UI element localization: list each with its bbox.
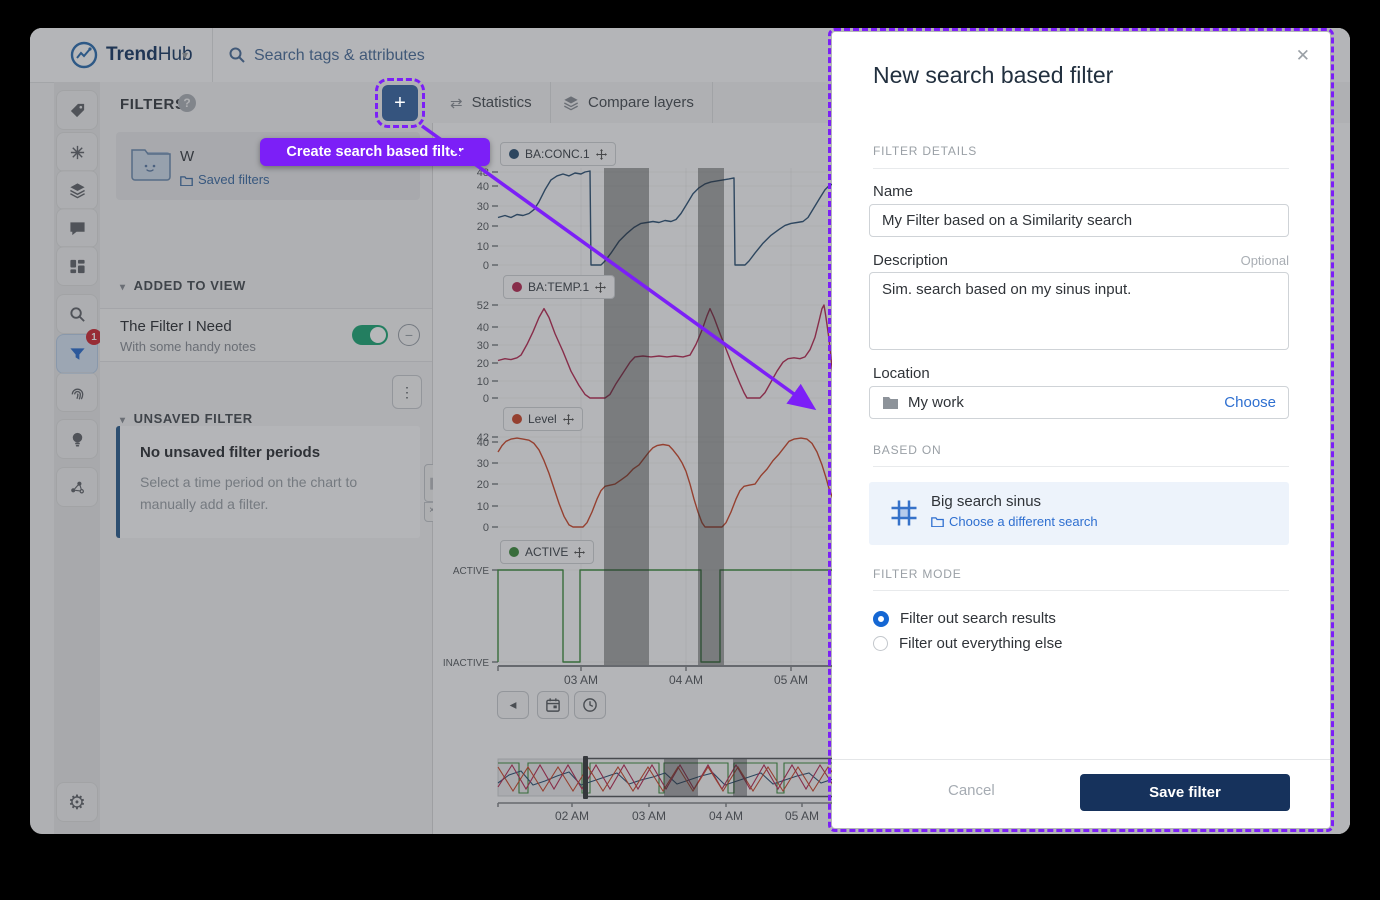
add-filter-button[interactable]: + xyxy=(375,78,425,128)
screenshot-root: { "icons": {"help":"?","plus":"+","close… xyxy=(0,0,1380,900)
divider xyxy=(873,168,1289,169)
divider xyxy=(873,466,1289,467)
radio-selected-icon xyxy=(873,610,889,627)
filter-details-section-label: FILTER DETAILS xyxy=(873,144,978,158)
choose-location-button[interactable]: Choose xyxy=(1224,394,1276,411)
radio-filter-out-everything-else[interactable]: Filter out everything else xyxy=(873,635,1062,652)
location-field[interactable]: My work Choose xyxy=(869,386,1289,419)
choose-different-search-link[interactable]: Choose a different search xyxy=(931,514,1098,529)
radio-filter-out-results[interactable]: Filter out search results xyxy=(873,610,1056,627)
name-field[interactable] xyxy=(869,204,1289,237)
new-filter-modal: ✕ New search based filter FILTER DETAILS… xyxy=(828,28,1334,832)
based-on-card: Big search sinus Choose a different sear… xyxy=(869,482,1289,545)
close-icon[interactable]: ✕ xyxy=(1292,42,1314,70)
cancel-button[interactable]: Cancel xyxy=(942,781,1001,800)
modal-footer: Cancel Save filter xyxy=(832,759,1330,828)
name-label: Name xyxy=(873,183,914,200)
save-filter-button[interactable]: Save filter xyxy=(1080,774,1290,811)
based-on-section-label: BASED ON xyxy=(873,443,942,457)
location-label: Location xyxy=(873,365,930,382)
description-label: Description xyxy=(873,252,949,269)
location-value: My work xyxy=(908,394,964,411)
filter-mode-section-label: FILTER MODE xyxy=(873,567,962,581)
optional-hint: Optional xyxy=(1240,253,1289,268)
divider xyxy=(873,590,1289,591)
grid-search-icon xyxy=(891,500,917,526)
modal-title: New search based filter xyxy=(873,62,1114,88)
radio-unselected-icon xyxy=(873,636,888,651)
folder-icon xyxy=(931,517,944,527)
based-on-search-name: Big search sinus xyxy=(931,493,1042,510)
description-field[interactable]: Sim. search based on my sinus input. xyxy=(869,272,1289,350)
folder-icon xyxy=(883,396,898,409)
tour-tooltip: Create search based filter xyxy=(260,138,490,166)
